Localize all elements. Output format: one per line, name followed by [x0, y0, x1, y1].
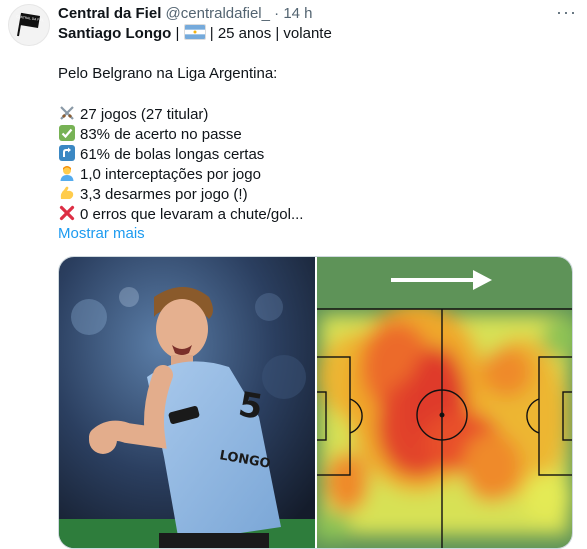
more-options-icon[interactable]: ··· — [556, 3, 577, 21]
stat-line: 61% de bolas longas certas — [58, 144, 575, 164]
flexed-biceps-icon — [60, 186, 74, 199]
player-name: Santiago Longo — [58, 25, 172, 42]
tweet-text: Santiago Longo | | 25 anos | volante Pel… — [58, 24, 575, 244]
tweet-header: Central da Fiel @centraldafiel_ · 14 h — [58, 4, 575, 24]
tweet-time[interactable]: 14 h — [283, 5, 312, 22]
stat-interceptions: 1,0 interceptações por jogo — [80, 166, 261, 183]
author-handle[interactable]: @centraldafiel_ — [166, 5, 270, 22]
stat-line: 83% de acerto no passe — [58, 124, 575, 144]
stat-tackles: 3,3 desarmes por jogo (!) — [80, 186, 248, 203]
stat-line: 0 erros que levaram a chute/gol... — [58, 204, 575, 224]
media-container: 5 LONGO — [58, 256, 573, 549]
heatmap-image[interactable] — [317, 257, 572, 548]
avatar[interactable]: CENTRAL DA FIEL — [8, 4, 50, 46]
stat-long-balls: 61% de bolas longas certas — [80, 146, 265, 163]
player-photo[interactable]: 5 LONGO — [59, 257, 315, 548]
arrow-up-icon — [59, 145, 75, 161]
separator-dot: · — [274, 5, 280, 22]
flag-logo-icon: CENTRAL DA FIEL — [9, 5, 49, 45]
author-name[interactable]: Central da Fiel — [58, 5, 161, 22]
cross-mark-icon — [59, 205, 75, 221]
stat-pass-accuracy: 83% de acerto no passe — [80, 126, 242, 143]
person-icon — [60, 166, 74, 181]
player-details: | 25 anos | volante — [209, 25, 332, 42]
show-more-link[interactable]: Mostrar mais — [58, 224, 575, 244]
crossed-swords-icon — [60, 106, 74, 120]
stat-line: 1,0 interceptações por jogo — [58, 164, 575, 184]
check-mark-icon — [59, 125, 75, 141]
stat-line: 3,3 desarmes por jogo (!) — [58, 184, 575, 204]
stat-errors: 0 erros que levaram a chute/gol... — [80, 206, 304, 223]
argentina-flag-icon — [183, 24, 206, 40]
intro-line: Pelo Belgrano na Liga Argentina: — [58, 65, 278, 82]
stat-games: 27 jogos (27 titular) — [80, 106, 209, 123]
stat-line: 27 jogos (27 titular) — [58, 104, 575, 124]
player-info-line: Santiago Longo | | 25 anos | volante — [58, 24, 332, 42]
